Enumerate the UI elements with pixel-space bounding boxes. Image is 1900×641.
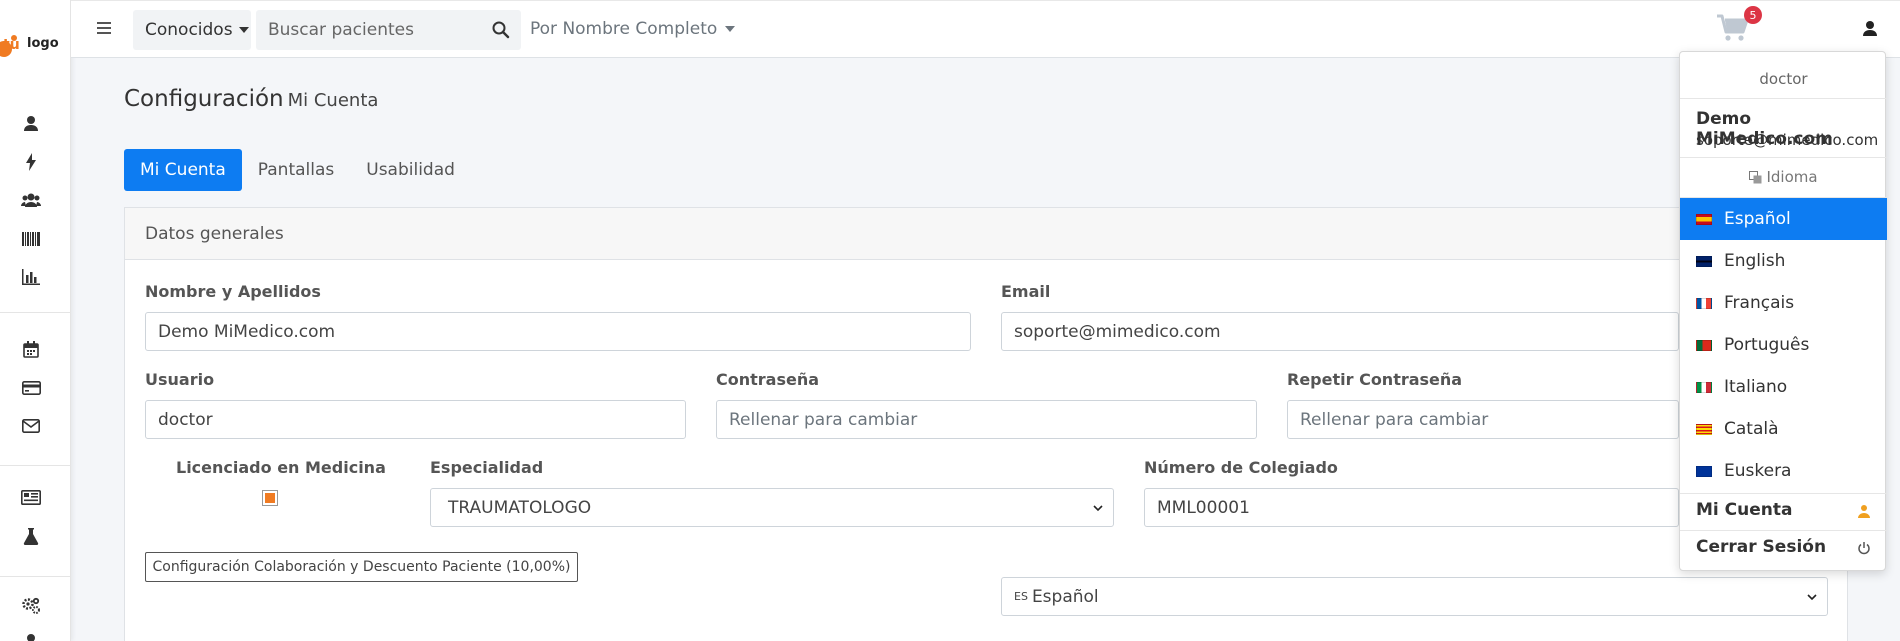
licensed-checkbox[interactable] [262, 490, 278, 506]
logout-link[interactable]: Cerrar Sesión [1696, 537, 1826, 557]
language-option-en[interactable]: English [1680, 240, 1887, 282]
language-option-eu[interactable]: Euskera [1680, 450, 1887, 492]
password-field[interactable]: Rellenar para cambiar [716, 400, 1257, 439]
language-select[interactable]: ES Español [1001, 577, 1828, 616]
language-option-label: Català [1724, 419, 1779, 439]
search-mode-dropdown[interactable]: Por Nombre Completo [530, 19, 736, 39]
sidebar-divider [0, 465, 71, 466]
newspaper-icon[interactable] [20, 486, 42, 508]
checkbox-check-mark [265, 493, 275, 503]
flask-icon[interactable] [20, 525, 42, 547]
brand-logo[interactable]: tu logo [0, 24, 71, 62]
language-option-fr[interactable]: Français [1680, 282, 1887, 324]
credit-card-icon[interactable] [20, 377, 42, 399]
language-option-ca[interactable]: Català [1680, 408, 1887, 450]
menu-divider [1680, 157, 1887, 158]
patient-search [256, 10, 521, 50]
menu-divider [1680, 98, 1887, 99]
my-account-link[interactable]: Mi Cuenta [1696, 500, 1792, 520]
bar-chart-icon[interactable] [20, 266, 42, 288]
language-option-pt[interactable]: Português [1680, 324, 1887, 366]
settings-tabs: Mi Cuenta Pantallas Usabilidad [124, 149, 471, 191]
barcode-icon[interactable] [20, 228, 42, 250]
user-icon[interactable] [20, 630, 42, 641]
password-repeat-label: Repetir Contraseña [1287, 370, 1463, 389]
language-option-it[interactable]: Italiano [1680, 366, 1887, 408]
eu-flag-icon [1696, 465, 1712, 477]
language-code: ES [1014, 590, 1028, 603]
licensed-label: Licenciado en Medicina [176, 458, 386, 477]
card-header: Datos generales [125, 208, 1847, 260]
sidebar: tu logo [0, 0, 71, 641]
menu-divider [1680, 530, 1887, 531]
user-check-icon [1858, 505, 1870, 518]
tab-pantallas[interactable]: Pantallas [242, 149, 350, 191]
language-option-es[interactable]: Español [1680, 198, 1887, 240]
svg-text:logo: logo [27, 36, 59, 51]
chevron-down-icon [1807, 594, 1817, 601]
top-navbar: Conocidos Por Nombre Completo 5 [71, 0, 1900, 58]
password-label: Contraseña [716, 370, 820, 389]
tab-mi-cuenta[interactable]: Mi Cuenta [124, 149, 242, 191]
calendar-icon[interactable] [20, 338, 42, 360]
collegiate-field[interactable]: MML00001 [1144, 488, 1679, 527]
catalonia-flag-icon [1696, 423, 1712, 435]
envelope-icon[interactable] [20, 415, 42, 437]
sidebar-divider [0, 312, 71, 313]
language-value: Español [1031, 586, 1099, 607]
bolt-icon[interactable] [20, 151, 42, 173]
search-input[interactable] [256, 10, 481, 50]
collaboration-discount-button[interactable]: Configuración Colaboración y Descuento P… [145, 552, 578, 582]
svg-text:tu: tu [3, 37, 20, 53]
user-field[interactable]: doctor [145, 400, 686, 439]
specialty-value: TRAUMATOLOGO [448, 497, 592, 518]
password-repeat-field[interactable]: Rellenar para cambiar [1287, 400, 1679, 439]
email-field[interactable]: soporte@mimedico.com [1001, 312, 1679, 351]
language-option-label: Euskera [1724, 461, 1792, 481]
cart-count-badge: 5 [1744, 6, 1762, 24]
language-icon [1749, 170, 1762, 183]
search-mode-label: Por Nombre Completo [530, 19, 718, 39]
users-icon[interactable] [20, 189, 42, 211]
hamburger-menu-icon[interactable] [95, 19, 113, 37]
power-icon [1858, 542, 1870, 555]
name-label: Nombre y Apellidos [145, 282, 321, 301]
caret-down-icon [238, 27, 249, 33]
user-email: soporte@mimedico.com [1696, 131, 1879, 149]
language-header: Idioma [1680, 168, 1887, 186]
user-dropdown-menu: doctor Demo MiMedico.com soporte@mimedic… [1679, 51, 1887, 571]
page-title: Configuración Mi Cuenta [124, 86, 378, 112]
tab-usabilidad[interactable]: Usabilidad [350, 149, 471, 191]
italy-flag-icon [1696, 381, 1712, 393]
language-option-label: English [1724, 251, 1786, 271]
language-option-label: Italiano [1724, 377, 1788, 397]
uk-flag-icon [1696, 255, 1712, 267]
sidebar-divider [0, 576, 71, 577]
email-label: Email [1001, 282, 1051, 301]
spain-flag-icon [1696, 213, 1712, 225]
language-option-label: Português [1724, 335, 1810, 355]
specialty-select[interactable]: TRAUMATOLOGO [430, 488, 1114, 527]
specialty-label: Especialidad [430, 458, 544, 477]
user-label: Usuario [145, 370, 215, 389]
page-subtitle: Mi Cuenta [287, 90, 379, 111]
page-title-text: Configuración [124, 86, 284, 112]
chevron-down-icon [1093, 505, 1103, 512]
known-patients-label: Conocidos [145, 20, 233, 40]
language-option-label: Español [1724, 209, 1791, 229]
collegiate-label: Número de Colegiado [1144, 458, 1338, 477]
portugal-flag-icon [1696, 339, 1712, 351]
menu-divider [1680, 493, 1887, 494]
cogs-icon[interactable] [20, 595, 42, 617]
france-flag-icon [1696, 297, 1712, 309]
search-icon[interactable] [491, 20, 511, 40]
name-field[interactable]: Demo MiMedico.com [145, 312, 971, 351]
user-icon[interactable] [20, 112, 42, 134]
language-option-label: Français [1724, 293, 1795, 313]
user-menu-icon[interactable] [1862, 20, 1882, 40]
known-patients-dropdown[interactable]: Conocidos [133, 10, 251, 50]
language-header-label: Idioma [1766, 168, 1818, 186]
caret-down-icon [725, 26, 736, 32]
user-role: doctor [1759, 70, 1808, 88]
